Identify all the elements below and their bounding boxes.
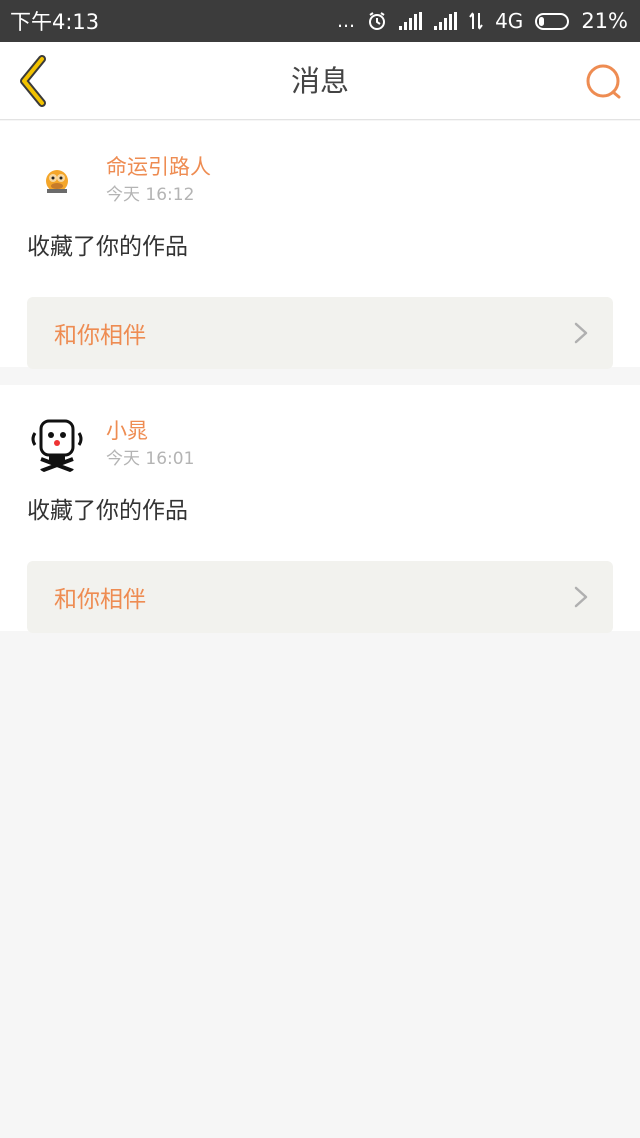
message-card: 小晁 今天 16:01 收藏了你的作品 和你相伴 <box>0 385 640 633</box>
username[interactable]: 命运引路人 <box>106 153 211 181</box>
battery-percent: 21% <box>581 9 628 33</box>
search-icon <box>586 64 621 99</box>
message-time: 今天 16:12 <box>106 185 195 205</box>
chevron-right-icon <box>574 322 588 344</box>
avatar[interactable] <box>27 415 87 475</box>
status-bar: 下午4:13 ... 4G 21% <box>0 0 640 42</box>
avatar-monkey-icon <box>27 151 87 211</box>
back-button[interactable] <box>14 54 54 108</box>
data-transfer-icon <box>469 12 483 30</box>
work-title: 和你相伴 <box>54 587 146 613</box>
message-list: 命运引路人 今天 16:12 收藏了你的作品 和你相伴 小晁 今天 16:01 … <box>0 121 640 649</box>
status-icons: ... 4G 21% <box>337 9 628 33</box>
avatar[interactable] <box>27 151 87 211</box>
signal-strength-icon-2 <box>434 12 458 30</box>
message-card: 命运引路人 今天 16:12 收藏了你的作品 和你相伴 <box>0 121 640 369</box>
message-text: 收藏了你的作品 <box>27 498 188 524</box>
nav-bar: 消息 <box>0 42 640 120</box>
chevron-right-icon <box>574 586 588 608</box>
message-header: 命运引路人 今天 16:12 <box>27 141 613 225</box>
page-title: 消息 <box>290 64 349 98</box>
work-title: 和你相伴 <box>54 323 146 349</box>
back-chevron-icon <box>20 55 46 107</box>
battery-icon <box>535 12 570 30</box>
message-time: 今天 16:01 <box>106 449 195 469</box>
alarm-icon <box>369 12 386 30</box>
work-link[interactable]: 和你相伴 <box>27 297 613 369</box>
message-text: 收藏了你的作品 <box>27 234 188 260</box>
username[interactable]: 小晁 <box>106 417 194 445</box>
avatar-cartoon-icon <box>27 415 87 475</box>
more-dots-icon: ... <box>336 9 356 32</box>
message-header: 小晁 今天 16:01 <box>27 405 613 489</box>
search-button[interactable] <box>584 62 624 102</box>
work-link[interactable]: 和你相伴 <box>27 561 613 633</box>
status-time: 下午4:13 <box>10 10 100 34</box>
signal-strength-icon <box>399 12 423 30</box>
network-type: 4G <box>495 9 524 33</box>
